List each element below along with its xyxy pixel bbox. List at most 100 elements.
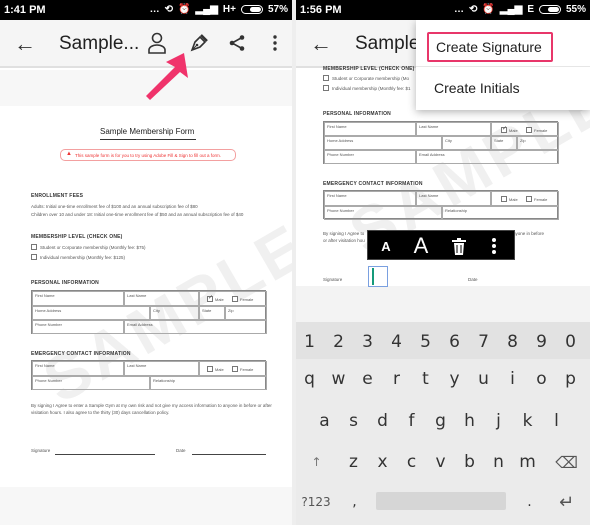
increase-font-icon[interactable]: A (408, 231, 434, 261)
zip-field[interactable]: Zip (517, 136, 559, 150)
key-s[interactable]: s (339, 401, 368, 441)
document-title: Sample... (59, 33, 140, 54)
key-x[interactable]: x (368, 442, 397, 482)
key-v[interactable]: v (426, 442, 455, 482)
signature-line[interactable] (55, 454, 155, 455)
share-icon[interactable] (224, 30, 250, 56)
more-vertical-icon[interactable] (262, 30, 288, 56)
key-c[interactable]: c (397, 442, 426, 482)
key-h[interactable]: h (455, 401, 484, 441)
back-arrow-icon[interactable]: ← (310, 31, 332, 57)
keyboard-row-3: ↑ ⌫ zxcvbnm (296, 442, 590, 482)
female-checkbox[interactable] (526, 196, 532, 202)
key-a[interactable]: a (310, 401, 339, 441)
membership-checkbox[interactable] (323, 75, 329, 81)
emergency-phone-field[interactable]: Phone Number (32, 376, 150, 390)
enter-key[interactable]: ↵ (552, 482, 581, 522)
phone-field[interactable]: Phone Number (32, 320, 124, 334)
key-p[interactable]: p (556, 359, 585, 399)
comma-key[interactable]: , (340, 482, 369, 522)
city-field[interactable]: City (442, 136, 491, 150)
first-name-field[interactable]: First Name (324, 122, 416, 136)
relationship-field[interactable]: Relationship (442, 206, 559, 220)
state-field[interactable]: State (491, 136, 517, 150)
key-3[interactable]: 3 (353, 322, 382, 362)
male-checkbox[interactable] (207, 366, 213, 372)
shift-key[interactable]: ↑ (302, 442, 331, 482)
first-name-field[interactable]: First Name (32, 291, 124, 306)
create-initials-menu-item[interactable]: Create Initials (416, 66, 590, 110)
membership-checkbox[interactable] (323, 85, 329, 91)
key-5[interactable]: 5 (411, 322, 440, 362)
key-w[interactable]: w (324, 359, 353, 399)
space-key[interactable] (376, 492, 506, 510)
male-checkbox[interactable] (501, 125, 507, 133)
last-name-field[interactable]: Last Name (416, 122, 491, 136)
membership-checkbox[interactable] (31, 244, 37, 250)
key-l[interactable]: l (542, 401, 571, 441)
key-i[interactable]: i (498, 359, 527, 399)
key-u[interactable]: u (469, 359, 498, 399)
female-checkbox[interactable] (232, 366, 238, 372)
period-key[interactable]: . (515, 482, 544, 522)
relationship-field[interactable]: Relationship (150, 376, 267, 390)
key-8[interactable]: 8 (498, 322, 527, 362)
emergency-phone-field[interactable]: Phone Number (324, 206, 442, 220)
key-6[interactable]: 6 (440, 322, 469, 362)
key-2[interactable]: 2 (324, 322, 353, 362)
key-f[interactable]: f (397, 401, 426, 441)
create-signature-menu-item[interactable]: Create Signature (427, 32, 553, 62)
emergency-info-table: First Name Last Name Male Female Phone N… (31, 360, 267, 390)
key-b[interactable]: b (455, 442, 484, 482)
backspace-key[interactable]: ⌫ (552, 442, 581, 482)
key-z[interactable]: z (339, 442, 368, 482)
key-d[interactable]: d (368, 401, 397, 441)
city-field[interactable]: City (150, 306, 199, 320)
key-m[interactable]: m (513, 442, 542, 482)
key-9[interactable]: 9 (527, 322, 556, 362)
trash-icon[interactable] (448, 231, 470, 261)
notice-banner: ▲ This sample form is for you to try usi… (60, 149, 236, 161)
emergency-gender-cell: Male Female (491, 191, 559, 206)
signature-text-field[interactable] (368, 266, 388, 287)
key-g[interactable]: g (426, 401, 455, 441)
key-y[interactable]: y (440, 359, 469, 399)
last-name-field[interactable]: Last Name (124, 291, 199, 306)
membership-checkbox[interactable] (31, 254, 37, 260)
female-checkbox[interactable] (232, 296, 238, 302)
emergency-first-name-field[interactable]: First Name (324, 191, 416, 206)
email-field[interactable]: Email Address (416, 150, 559, 164)
key-4[interactable]: 4 (382, 322, 411, 362)
emergency-last-name-field[interactable]: Last Name (124, 361, 199, 376)
key-t[interactable]: t (411, 359, 440, 399)
key-q[interactable]: q (296, 359, 324, 399)
male-checkbox[interactable] (207, 294, 213, 302)
date-label: Date (176, 448, 186, 453)
state-field[interactable]: State (199, 306, 225, 320)
warning-icon: ▲ (66, 151, 72, 157)
key-r[interactable]: r (382, 359, 411, 399)
home-address-field[interactable]: Home Address (324, 136, 442, 150)
zip-field[interactable]: Zip (225, 306, 267, 320)
date-line[interactable] (192, 454, 266, 455)
male-checkbox[interactable] (501, 196, 507, 202)
email-field[interactable]: Email Address (124, 320, 267, 334)
key-j[interactable]: j (484, 401, 513, 441)
symbols-key[interactable]: ?123 (298, 482, 334, 522)
key-1[interactable]: 1 (296, 322, 324, 362)
key-o[interactable]: o (527, 359, 556, 399)
key-e[interactable]: e (353, 359, 382, 399)
back-arrow-icon[interactable]: ← (14, 31, 36, 57)
emergency-first-name-field[interactable]: First Name (32, 361, 124, 376)
phone-field[interactable]: Phone Number (324, 150, 416, 164)
key-k[interactable]: k (513, 401, 542, 441)
key-n[interactable]: n (484, 442, 513, 482)
more-vertical-icon[interactable] (486, 231, 502, 261)
status-time: 1:56 PM (300, 4, 342, 16)
home-address-field[interactable]: Home Address (32, 306, 150, 320)
decrease-font-icon[interactable]: A (376, 231, 396, 261)
key-7[interactable]: 7 (469, 322, 498, 362)
emergency-last-name-field[interactable]: Last Name (416, 191, 491, 206)
female-checkbox[interactable] (526, 127, 532, 133)
key-0[interactable]: 0 (556, 322, 585, 362)
